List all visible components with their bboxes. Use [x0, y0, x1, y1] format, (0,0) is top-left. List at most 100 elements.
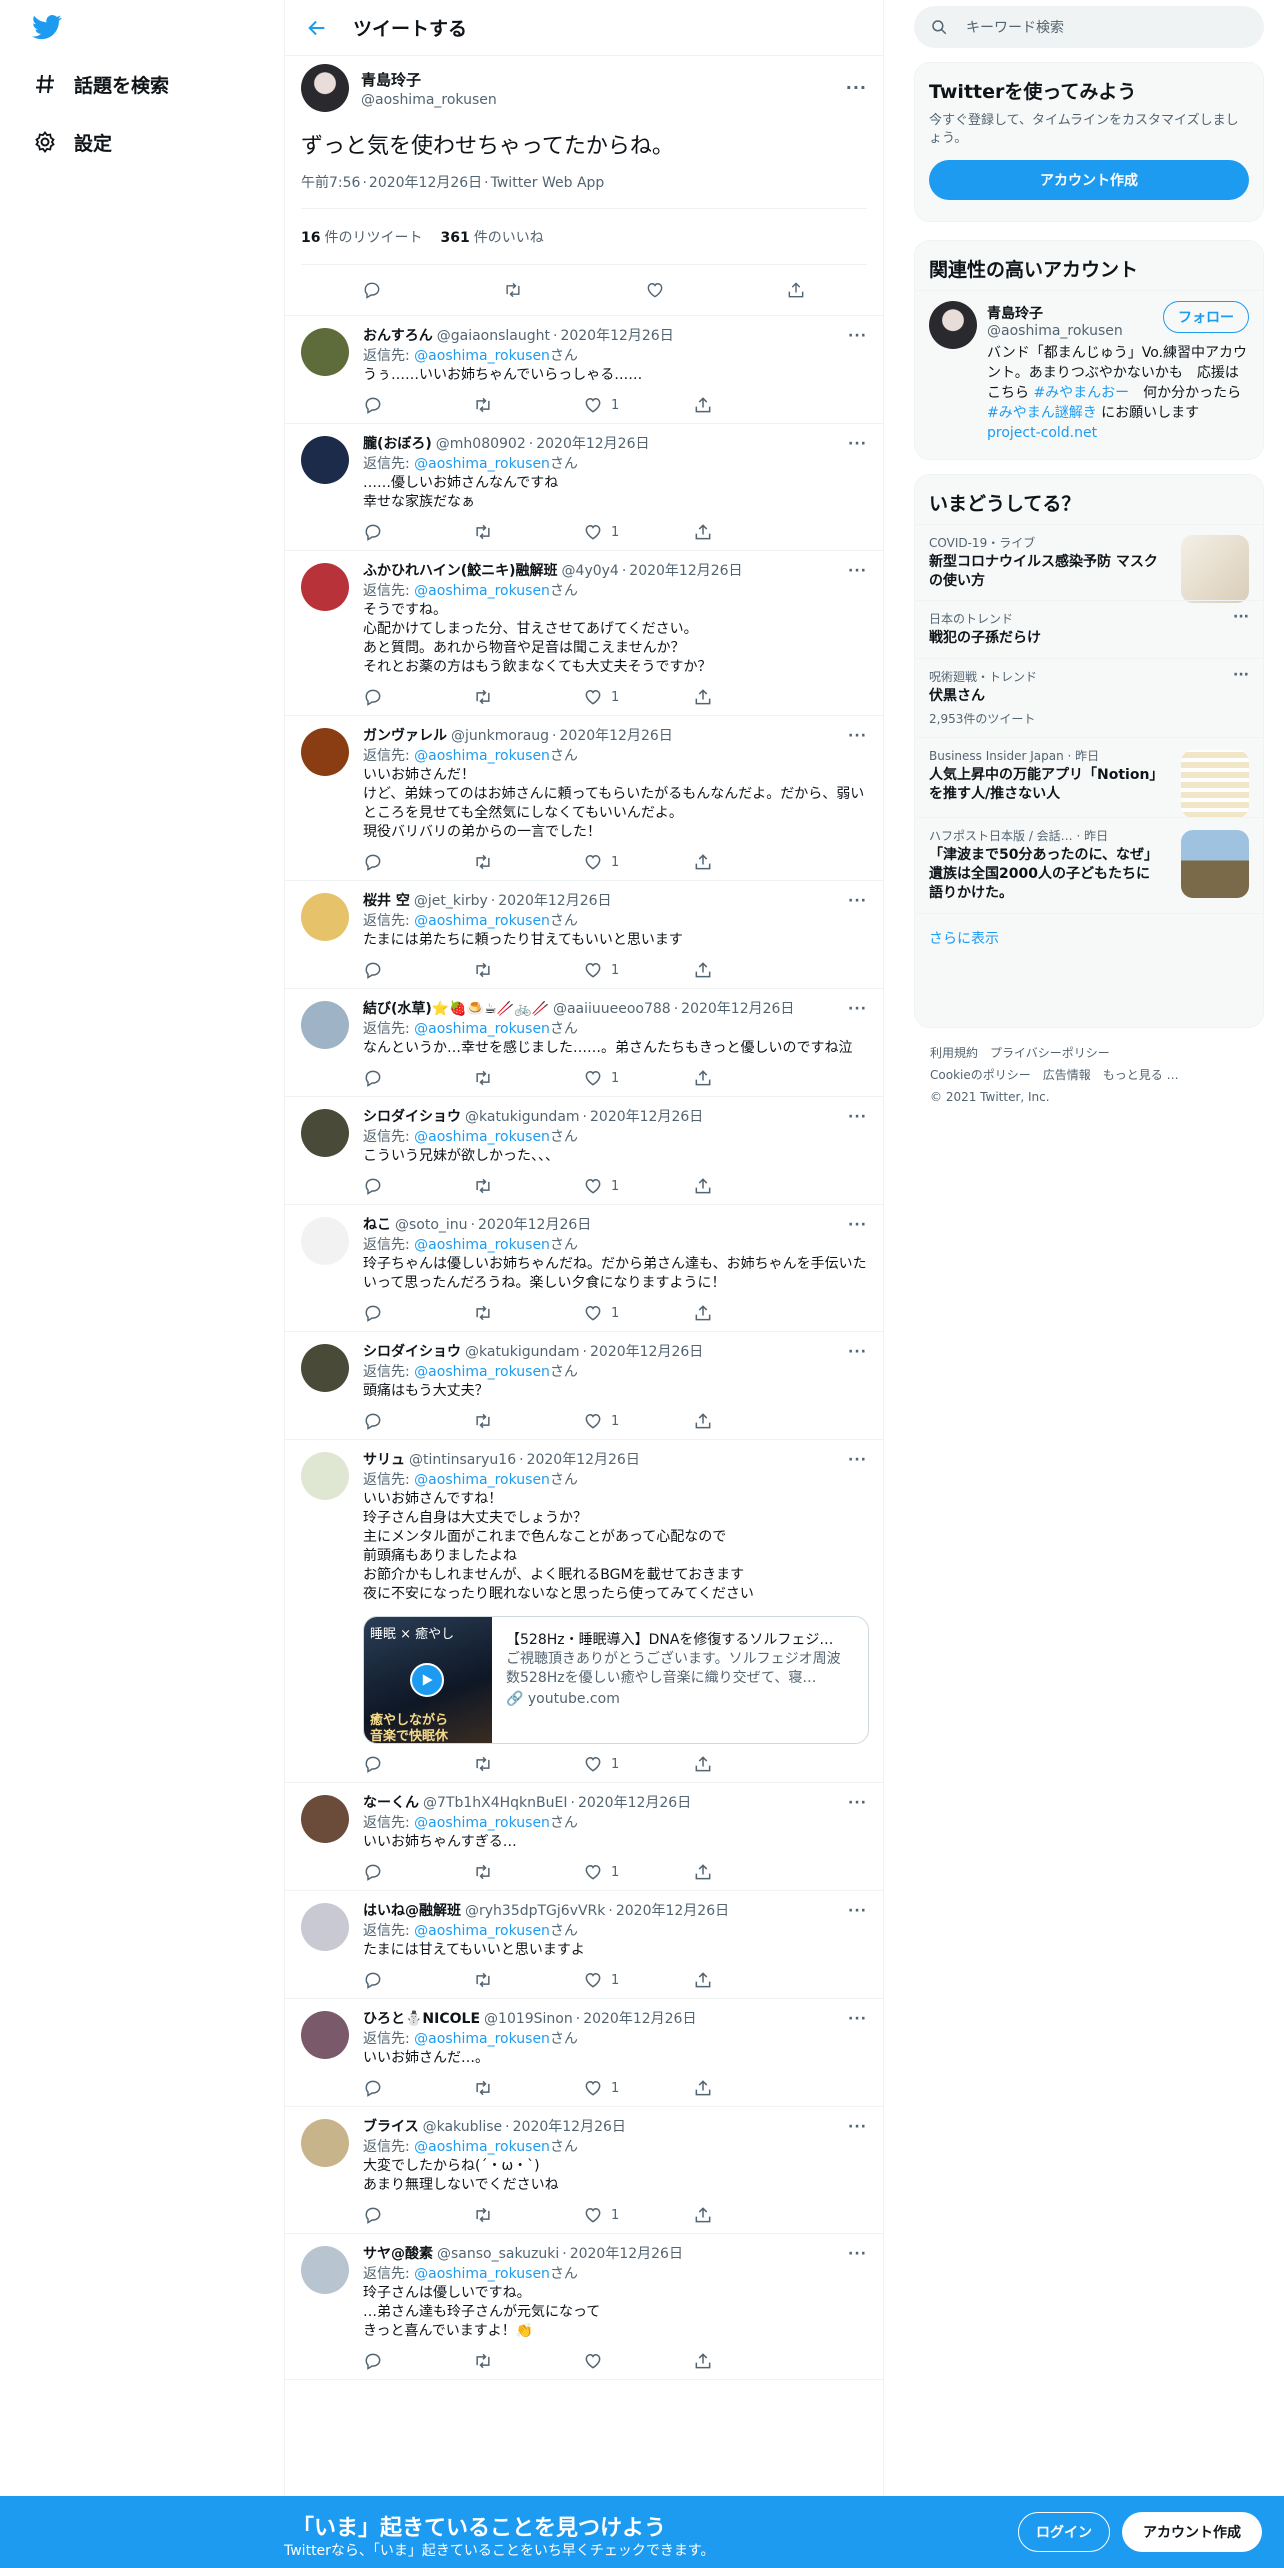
retweet-count[interactable]: 16 件のリツイート: [301, 227, 422, 247]
retweet-icon[interactable]: [473, 2078, 573, 2098]
reply-handle-link[interactable]: @aoshima_rokusen: [414, 2139, 550, 2155]
retweet-icon[interactable]: [473, 2351, 573, 2371]
retweet-icon[interactable]: [473, 1068, 573, 1088]
reply-icon[interactable]: [363, 1862, 463, 1882]
author-handle[interactable]: @aoshima_rokusen: [361, 92, 497, 108]
retweet-icon[interactable]: [473, 852, 573, 872]
avatar[interactable]: [301, 2246, 349, 2294]
hashtag-link[interactable]: #みやまんおー: [1033, 385, 1129, 401]
share-icon[interactable]: [786, 280, 806, 300]
tweet-date[interactable]: 2020年12月26日: [536, 434, 649, 454]
reply-icon[interactable]: [363, 1068, 463, 1088]
reply-tweet[interactable]: ··· なーくん @7Tb1hX4HqknBuEI · 2020年12月26日 返信先: …: [285, 1783, 883, 1891]
retweet-icon[interactable]: [473, 1754, 573, 1774]
reply-icon[interactable]: [363, 1970, 463, 1990]
share-icon[interactable]: [693, 1754, 793, 1774]
reply-handle-link[interactable]: @aoshima_rokusen: [414, 348, 550, 364]
author-handle[interactable]: @aaiiuueeoo788: [553, 999, 671, 1019]
author-name[interactable]: シロダイショウ: [363, 1107, 461, 1127]
like-icon[interactable]: 1: [583, 2078, 683, 2098]
share-icon[interactable]: [693, 852, 793, 872]
author-handle[interactable]: @katukigundam: [465, 1342, 580, 1362]
retweet-icon[interactable]: [473, 1970, 573, 1990]
share-icon[interactable]: [693, 2351, 793, 2371]
reply-icon[interactable]: [363, 852, 463, 872]
more-icon[interactable]: ···: [1233, 667, 1249, 683]
reply-handle-link[interactable]: @aoshima_rokusen: [414, 2266, 550, 2282]
reply-handle-link[interactable]: @aoshima_rokusen: [414, 913, 550, 929]
author-handle[interactable]: @mh080902: [436, 434, 526, 454]
avatar[interactable]: [301, 436, 349, 484]
reply-handle-link[interactable]: @aoshima_rokusen: [414, 1923, 550, 1939]
show-more-link[interactable]: さらに表示: [915, 913, 1263, 962]
more-icon[interactable]: ···: [846, 80, 867, 96]
like-icon[interactable]: 1: [583, 522, 683, 542]
reply-icon[interactable]: [363, 522, 463, 542]
avatar[interactable]: [301, 1001, 349, 1049]
author-name[interactable]: ひろと⛄NICOLE: [363, 2009, 480, 2029]
avatar[interactable]: [301, 1217, 349, 1265]
reply-handle-link[interactable]: @aoshima_rokusen: [414, 1472, 550, 1488]
create-account-button[interactable]: アカウント作成: [929, 160, 1249, 200]
tweet-date[interactable]: 2020年12月26日: [590, 1107, 703, 1127]
footer-more[interactable]: もっと見る …: [1103, 1068, 1179, 1082]
login-button[interactable]: ログイン: [1018, 2512, 1110, 2552]
reply-tweet[interactable]: ··· ねこ @soto_inu · 2020年12月26日 返信先: @aoshima_…: [285, 1205, 883, 1332]
reply-tweet[interactable]: ··· ブライス @kakublise · 2020年12月26日 返信先: @aoshi…: [285, 2107, 883, 2234]
more-icon[interactable]: ···: [848, 2119, 867, 2135]
tweet-date[interactable]: 2020年12月26日: [498, 891, 611, 911]
retweet-icon[interactable]: [503, 280, 523, 300]
bio-link[interactable]: project-cold.net: [987, 425, 1097, 441]
author-handle[interactable]: @gaiaonslaught: [437, 326, 550, 346]
footer-privacy[interactable]: プライバシーポリシー: [990, 1046, 1110, 1060]
search-box[interactable]: キーワード検索: [914, 6, 1264, 48]
reply-icon[interactable]: [363, 2078, 463, 2098]
link-card[interactable]: 睡眠 × 癒やし 癒やしながら 音楽で快眠休 【528Hz・睡眠導入】DNAを修復する…: [363, 1616, 869, 1744]
avatar[interactable]: [301, 64, 349, 112]
more-icon[interactable]: ···: [848, 1452, 867, 1468]
author-name[interactable]: シロダイショウ: [363, 1342, 461, 1362]
retweet-icon[interactable]: [473, 1862, 573, 1882]
retweet-icon[interactable]: [473, 1303, 573, 1323]
share-icon[interactable]: [693, 960, 793, 980]
avatar[interactable]: [301, 893, 349, 941]
author-name[interactable]: ふかひれハイン(鮫ニキ)融解班: [363, 561, 558, 581]
reply-handle-link[interactable]: @aoshima_rokusen: [414, 2031, 550, 2047]
tweet-date[interactable]: 2020年12月26日: [616, 1901, 729, 1921]
share-icon[interactable]: [693, 1068, 793, 1088]
tweet-date[interactable]: 2020年12月26日: [578, 1793, 691, 1813]
author-name[interactable]: 朧(おぼろ): [363, 434, 432, 454]
author-handle[interactable]: @tintinsaryu16: [409, 1450, 516, 1470]
reply-tweet[interactable]: ··· おんすろん @gaiaonslaught · 2020年12月26日 返信先: @…: [285, 316, 883, 424]
reply-handle-link[interactable]: @aoshima_rokusen: [414, 1815, 550, 1831]
more-icon[interactable]: ···: [848, 1795, 867, 1811]
tweet-date[interactable]: 2020年12月26日: [527, 1450, 640, 1470]
avatar[interactable]: [301, 728, 349, 776]
more-icon[interactable]: ···: [848, 1109, 867, 1125]
author-name[interactable]: ガンヴァレル: [363, 726, 447, 746]
reply-tweet[interactable]: ··· 結び(水草)⭐🍓🍮☕🥢🚲🥢 @aaiiuueeoo788 · 2020年12月2…: [285, 989, 883, 1097]
author-handle[interactable]: @sanso_sakuzuki: [437, 2244, 559, 2264]
reply-tweet[interactable]: ··· ひろと⛄NICOLE @1019Sinon · 2020年12月26日 返信先: …: [285, 1999, 883, 2107]
author-name[interactable]: サヤ@酸素: [363, 2244, 433, 2264]
author-handle[interactable]: @7Tb1hX4HqknBuEI: [423, 1793, 567, 1813]
tweet-date[interactable]: 2020年12月26日: [478, 1215, 591, 1235]
nav-explore[interactable]: 話題を検索: [28, 64, 169, 104]
news-item[interactable]: Business Insider Japan · 昨日 人気上昇中の万能アプリ「…: [915, 737, 1263, 818]
reply-icon[interactable]: [363, 2205, 463, 2225]
avatar[interactable]: [301, 1795, 349, 1843]
news-item[interactable]: ハフポスト日本版 / 会話… · 昨日 「津波まで50分あったのに、なぜ」遺族は…: [915, 817, 1263, 913]
more-icon[interactable]: ···: [848, 1001, 867, 1017]
author-handle[interactable]: @ryh35dpTGj6vVRk: [465, 1901, 605, 1921]
tweet-date[interactable]: 2020年12月26日: [369, 175, 482, 191]
author-name[interactable]: はいね@融解班: [363, 1901, 461, 1921]
share-icon[interactable]: [693, 1303, 793, 1323]
tweet-date[interactable]: 2020年12月26日: [570, 2244, 683, 2264]
author-name[interactable]: なーくん: [363, 1793, 419, 1813]
like-icon[interactable]: [583, 2351, 683, 2371]
like-icon[interactable]: 1: [583, 1862, 683, 1882]
more-icon[interactable]: ···: [848, 2246, 867, 2262]
like-icon[interactable]: 1: [583, 852, 683, 872]
hashtag-link[interactable]: #みやまん謎解き: [987, 405, 1097, 421]
footer-terms[interactable]: 利用規約: [930, 1046, 978, 1060]
